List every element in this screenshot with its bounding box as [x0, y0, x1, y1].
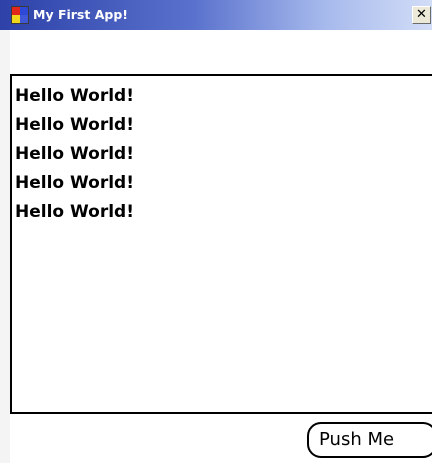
- left-margin: [0, 30, 10, 463]
- output-line: Hello World!: [15, 115, 134, 135]
- output-line: Hello World!: [15, 173, 134, 193]
- output-textbox[interactable]: Hello World! Hello World! Hello World! H…: [10, 74, 432, 414]
- close-button[interactable]: ✕: [412, 6, 431, 24]
- output-lines: Hello World! Hello World! Hello World! H…: [12, 76, 432, 227]
- output-line: Hello World!: [15, 86, 134, 106]
- title-bar[interactable]: My First App! ✕: [0, 0, 432, 30]
- push-me-button[interactable]: Push Me: [307, 422, 432, 458]
- close-icon: ✕: [416, 7, 427, 22]
- window-title: My First App!: [33, 7, 128, 22]
- app-window: My First App! ✕ Hello World! Hello World…: [0, 0, 432, 463]
- output-line: Hello World!: [15, 202, 134, 222]
- app-window-icon: [11, 6, 29, 24]
- output-line: Hello World!: [15, 144, 134, 164]
